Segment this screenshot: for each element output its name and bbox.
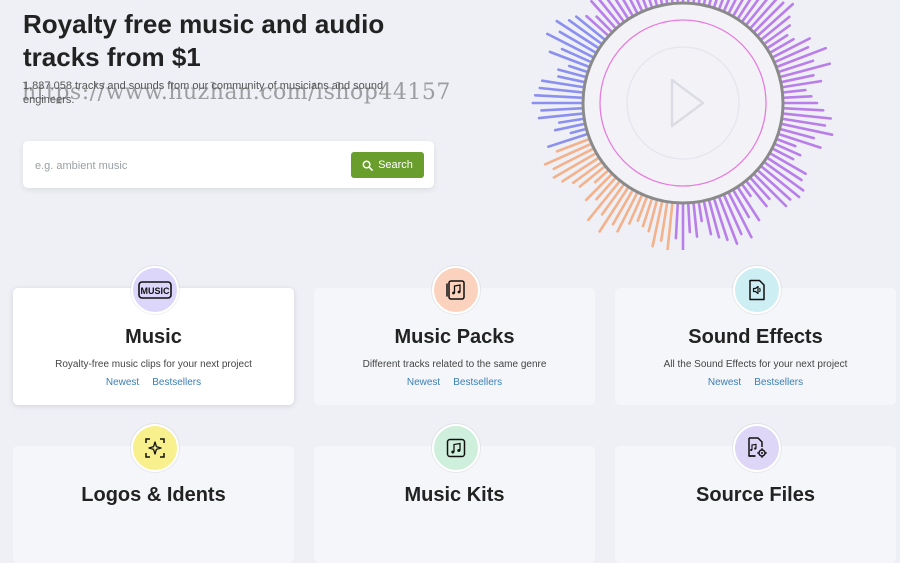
link-newest[interactable]: Newest [407,377,440,389]
link-newest[interactable]: Newest [106,377,139,389]
waveform-bar [780,62,832,78]
search-icon [362,160,373,171]
waveform-bar [778,133,822,149]
waveform-bar [557,75,585,84]
waveform-bar [783,112,833,120]
waveform-bar [713,198,729,242]
waveform-bar [770,37,795,54]
category-card-music-kits[interactable]: Music Kits [314,424,595,563]
category-title: Logos & Idents [81,484,226,506]
waveform-bar [674,203,679,240]
waveform-bar [538,86,583,94]
link-bestsellers[interactable]: Bestsellers [152,377,201,389]
category-card-source-files[interactable]: Source Files [615,424,896,563]
category-description: Different tracks related to the same gen… [362,359,547,370]
waveform-bar [783,95,813,99]
category-card-logos-idents[interactable]: Logos & Idents [13,424,294,563]
waveform-bar [560,47,592,63]
waveform-bar [782,79,823,89]
category-description: All the Sound Effects for your next proj… [663,359,848,370]
search-input[interactable] [33,153,347,179]
music-label-icon: MUSIC [131,266,179,314]
sound-file-icon [733,266,781,314]
category-card-sound-effects[interactable]: Sound Effects All the Sound Effects for … [615,266,896,405]
category-description: Royalty-free music clips for your next p… [55,359,252,370]
waveform-bar [676,0,679,3]
waveform-bar [687,0,690,3]
waveform-bar [697,202,703,223]
category-card-music[interactable]: MUSIC Music Royalty-free music clips for… [13,266,294,405]
waveform-bar [783,107,825,112]
category-card-music-packs[interactable]: Music Packs Different tracks related to … [314,266,595,405]
music-pack-icon [432,266,480,314]
waveform-bar [783,88,807,94]
sparkle-icon [131,424,179,472]
search-box: Search [23,141,434,188]
waveform-bar [537,112,583,120]
category-title: Music [125,326,182,348]
waveform-bar [567,64,588,73]
waveform-bar [666,203,674,250]
hero-subtitle: 1,837,058 tracks and sounds from our com… [23,80,384,106]
waveform-bar [741,184,752,198]
search-button-label: Search [378,159,413,171]
waveform-bar [553,122,585,132]
search-button[interactable]: Search [351,152,424,178]
music-kit-icon [432,424,480,472]
hero-title: Royalty free music and audio tracks from… [23,9,385,72]
audio-visualizer [531,0,834,250]
link-bestsellers[interactable]: Bestsellers [453,377,502,389]
category-title: Music Packs [394,326,515,348]
category-title: Source Files [696,484,815,506]
category-title: Music Kits [404,484,505,506]
waveform-bar [692,0,696,3]
waveform-bar [547,133,588,148]
waveform-bar [557,117,584,124]
waveform-bar [692,203,699,238]
player-disc [581,1,785,205]
waveform-bar [659,202,669,242]
waveform-bar [687,203,692,234]
waveform-bar [540,107,583,112]
svg-text:MUSIC: MUSIC [141,286,171,296]
waveform-bar [628,194,643,225]
waveform-bar [533,94,583,99]
link-bestsellers[interactable]: Bestsellers [754,377,803,389]
waveform-bar [569,128,586,135]
category-title: Sound Effects [688,326,823,348]
source-file-icon [733,424,781,472]
waveform-bar [670,0,674,3]
link-newest[interactable]: Newest [708,377,741,389]
